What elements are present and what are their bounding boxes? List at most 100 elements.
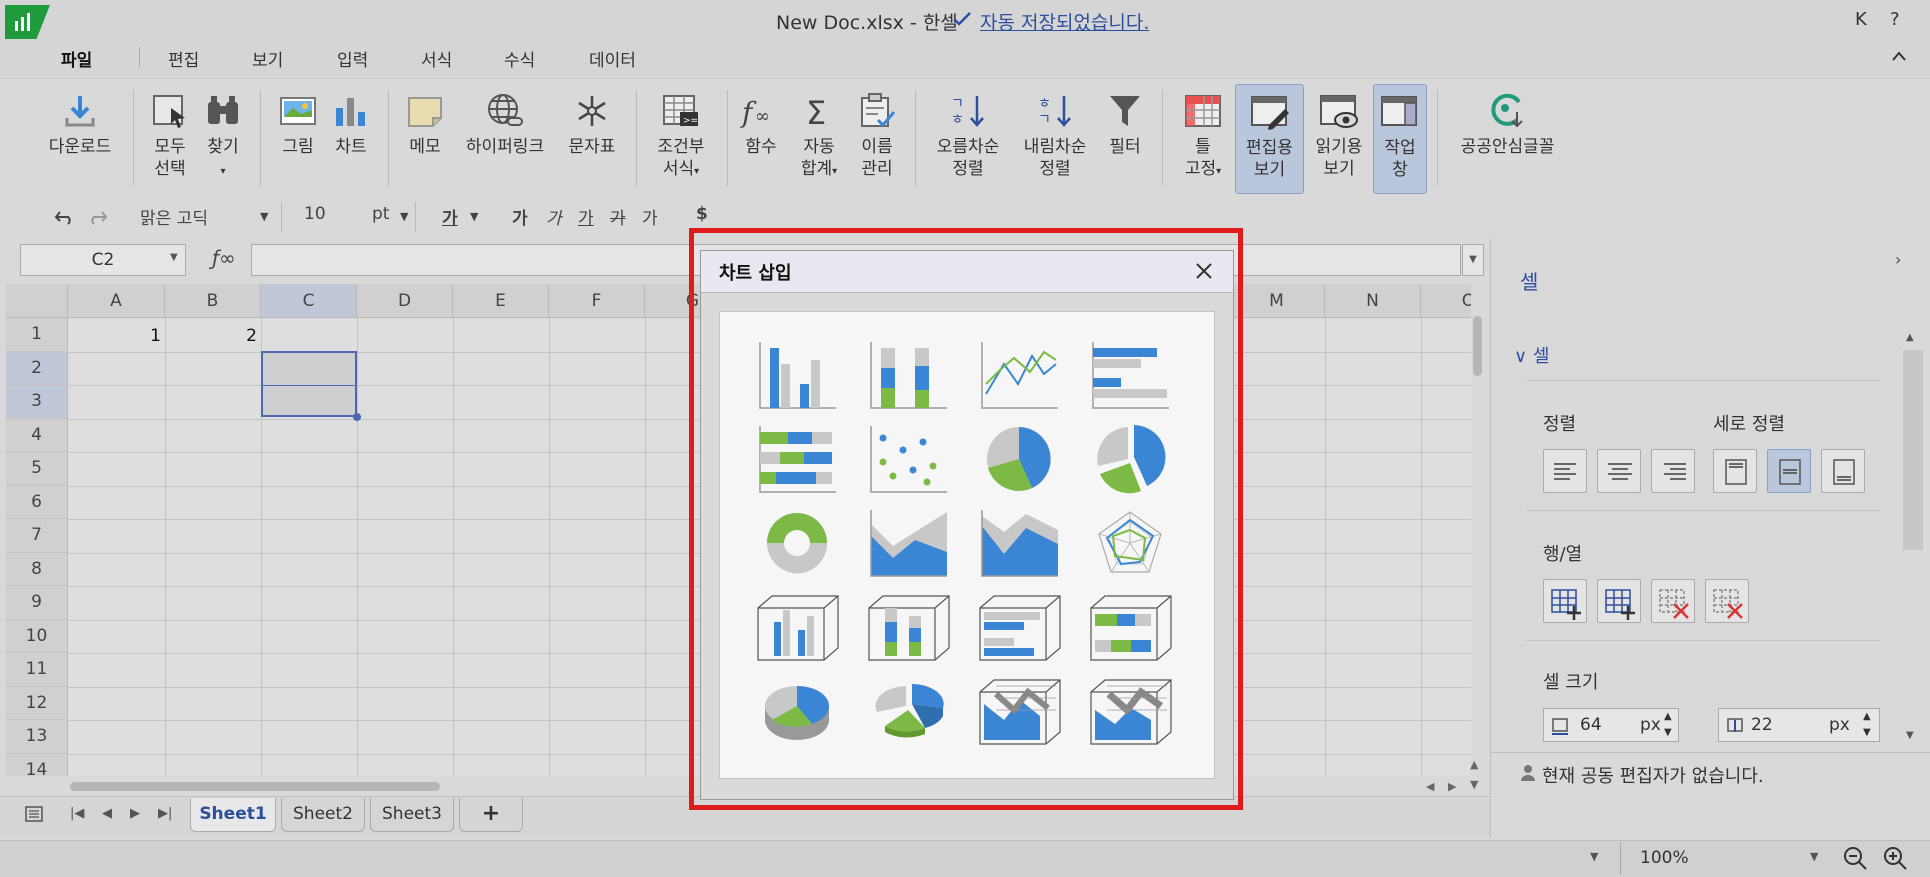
cell-b1[interactable]: 2 — [165, 326, 257, 346]
vertical-scrollbar[interactable] — [1473, 316, 1482, 376]
column-header-d[interactable]: D — [357, 284, 453, 318]
scroll-down-arrow-icon[interactable]: ▼ — [1470, 778, 1478, 791]
sheet-tab-sheet3[interactable]: Sheet3 — [370, 798, 454, 832]
sheet-tab-sheet2[interactable]: Sheet2 — [281, 798, 365, 832]
autosave-status-link[interactable]: 자동 저장되었습니다. — [980, 8, 1149, 35]
height-stepper-icon[interactable]: ▲ ▼ — [1863, 709, 1871, 741]
help-button[interactable]: ? — [1890, 9, 1900, 30]
conditional-format-button[interactable]: >= 조건부 서식▾ — [648, 84, 714, 194]
row-header-8[interactable]: 8 — [6, 552, 68, 586]
next-sheet-icon[interactable]: ▶ — [130, 806, 140, 821]
column-header-a[interactable]: A — [68, 284, 165, 318]
tab-file[interactable]: 파일 — [61, 46, 92, 71]
insert-column-button[interactable] — [1597, 579, 1641, 623]
sheet-list-icon[interactable] — [24, 805, 44, 823]
fill-handle[interactable] — [353, 413, 361, 421]
formula-expand-chevron-icon[interactable]: ▼ — [1462, 244, 1484, 276]
superscript-button[interactable]: 가 — [642, 204, 658, 229]
public-font-button[interactable]: 공공안심글꼴 — [1450, 84, 1565, 194]
align-center-button[interactable] — [1597, 449, 1641, 493]
filter-button[interactable]: 필터 — [1102, 84, 1148, 194]
strikethrough-button[interactable]: 가 — [610, 204, 626, 229]
panel-scroll-down-icon[interactable]: ▼ — [1906, 730, 1914, 741]
row-header-5[interactable]: 5 — [6, 452, 68, 486]
tab-insert[interactable]: 입력 — [337, 46, 368, 71]
zoom-out-icon[interactable] — [1842, 845, 1868, 871]
row-header-12[interactable]: 12 — [6, 686, 68, 720]
sort-ascending-button[interactable]: ㄱㅎ 오름차순 정렬 — [928, 84, 1008, 194]
cell-a1[interactable]: 1 — [68, 326, 161, 346]
delete-column-button[interactable] — [1705, 579, 1749, 623]
redo-icon[interactable] — [86, 208, 108, 226]
valign-middle-button[interactable] — [1767, 449, 1811, 493]
row-header-4[interactable]: 4 — [6, 418, 68, 452]
read-view-button[interactable]: 읽기용 보기 — [1310, 84, 1368, 194]
italic-button[interactable]: 가 — [546, 204, 562, 229]
zoom-level[interactable]: 100% — [1640, 848, 1689, 868]
font-color-button[interactable]: 가 — [442, 204, 458, 229]
sheet-tab-sheet1[interactable]: Sheet1 — [190, 798, 276, 832]
last-sheet-icon[interactable]: ▶| — [158, 806, 172, 821]
download-button[interactable]: 다운로드 — [40, 84, 120, 194]
valign-bottom-button[interactable] — [1821, 449, 1865, 493]
row-header-6[interactable]: 6 — [6, 485, 68, 519]
scroll-up-arrow-icon[interactable]: ▲ — [1470, 758, 1478, 771]
panel-section-cell[interactable]: ∨ 셀 — [1514, 342, 1549, 368]
column-header-e[interactable]: E — [453, 284, 549, 318]
panel-chevron-right-icon[interactable]: › — [1895, 250, 1901, 269]
tab-formula[interactable]: 수식 — [504, 46, 535, 71]
name-box[interactable]: C2 — [20, 244, 186, 276]
row-header-11[interactable]: 11 — [6, 653, 68, 687]
font-color-chevron-icon[interactable]: ▼ — [470, 210, 478, 223]
memo-button[interactable]: 메모 — [402, 84, 448, 194]
status-dropdown-chevron-icon[interactable]: ▼ — [1590, 850, 1598, 863]
zoom-dropdown-chevron-icon[interactable]: ▼ — [1810, 850, 1818, 863]
select-all-corner[interactable] — [6, 284, 68, 318]
zoom-in-icon[interactable] — [1882, 845, 1908, 871]
size-dropdown-chevron-icon[interactable]: ▼ — [400, 210, 408, 223]
font-dropdown-chevron-icon[interactable]: ▼ — [260, 210, 268, 223]
chevron-up-icon[interactable] — [1891, 50, 1907, 62]
currency-button[interactable]: $ — [696, 204, 708, 224]
align-left-button[interactable] — [1543, 449, 1587, 493]
first-sheet-icon[interactable]: |◀ — [70, 806, 84, 821]
valign-top-button[interactable] — [1713, 449, 1757, 493]
tab-data[interactable]: 데이터 — [589, 46, 636, 71]
row-height-input[interactable]: 22 px ▲ ▼ — [1718, 708, 1880, 742]
scroll-right-arrow-icon[interactable]: ▶ — [1448, 780, 1456, 793]
task-pane-button[interactable]: 작업 창 — [1373, 84, 1427, 194]
user-account-button[interactable]: K — [1855, 9, 1867, 30]
insert-picture-button[interactable]: 그림 — [275, 84, 321, 194]
add-sheet-button[interactable]: + — [459, 798, 523, 832]
column-width-input[interactable]: 64 px ▲ ▼ — [1543, 708, 1679, 742]
edit-view-button[interactable]: 편집용 보기 — [1235, 84, 1304, 194]
column-header-o[interactable]: O — [1421, 284, 1471, 318]
row-header-3[interactable]: 3 — [6, 385, 68, 419]
undo-icon[interactable] — [54, 208, 76, 226]
column-header-n[interactable]: N — [1325, 284, 1421, 318]
selection-range[interactable] — [261, 351, 357, 417]
delete-row-button[interactable] — [1651, 579, 1695, 623]
select-all-button[interactable]: 모두 선택 — [145, 84, 195, 194]
row-header-7[interactable]: 7 — [6, 519, 68, 553]
column-header-m[interactable]: M — [1229, 284, 1325, 318]
sort-descending-button[interactable]: ㅎㄱ 내림차순 정렬 — [1015, 84, 1095, 194]
underline-button[interactable]: 가 — [578, 204, 594, 229]
name-box-chevron-icon[interactable]: ▼ — [170, 252, 178, 263]
column-header-f[interactable]: F — [549, 284, 645, 318]
column-header-b[interactable]: B — [165, 284, 261, 318]
prev-sheet-icon[interactable]: ◀ — [102, 806, 112, 821]
name-manager-button[interactable]: 이름 관리 — [852, 84, 902, 194]
row-header-9[interactable]: 9 — [6, 586, 68, 620]
bold-button[interactable]: 가 — [512, 204, 528, 229]
row-header-10[interactable]: 10 — [6, 619, 68, 653]
row-header-14[interactable]: 14 — [6, 753, 68, 776]
tab-edit[interactable]: 편집 — [168, 46, 199, 71]
tab-format[interactable]: 서식 — [421, 46, 452, 71]
panel-scrollbar[interactable] — [1903, 350, 1923, 550]
find-button[interactable]: 찾기 ▾ — [200, 84, 246, 194]
align-right-button[interactable] — [1651, 449, 1695, 493]
panel-scroll-up-icon[interactable]: ▲ — [1906, 332, 1914, 343]
insert-row-button[interactable] — [1543, 579, 1587, 623]
row-header-1[interactable]: 1 — [6, 318, 68, 352]
